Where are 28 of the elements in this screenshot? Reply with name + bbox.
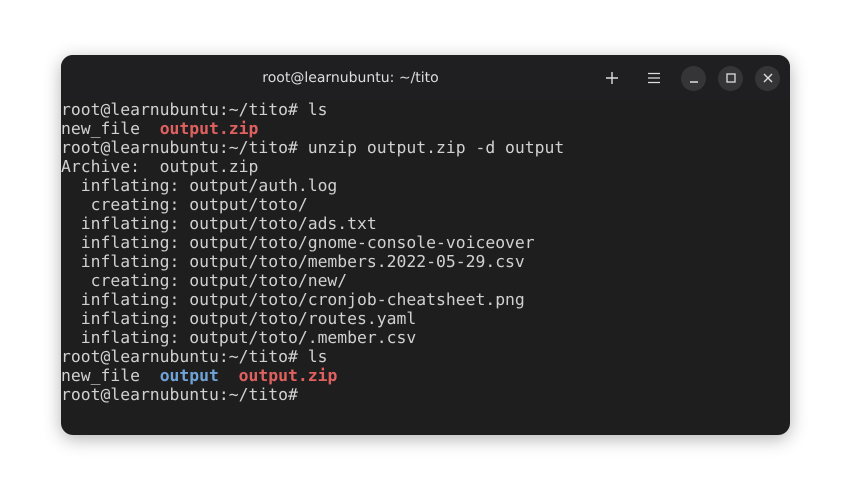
terminal-line: root@learnubuntu:~/tito#: [61, 385, 298, 404]
close-button[interactable]: [755, 66, 780, 90]
terminal-line: creating: output/toto/: [90, 195, 308, 214]
terminal-line: inflating: output/toto/members.2022-05-29.csv: [80, 252, 525, 271]
plus-icon: [605, 71, 619, 85]
terminal-line: inflating: output/toto/ads.txt: [80, 214, 377, 233]
file-name: output.zip: [238, 366, 338, 385]
terminal-line: creating: output/toto/new/: [90, 271, 348, 290]
maximize-icon: [726, 73, 736, 83]
terminal-line: inflating: output/toto/.member.csv: [80, 328, 416, 347]
terminal-line: inflating: output/auth.log: [80, 176, 338, 195]
maximize-button[interactable]: [718, 66, 743, 90]
close-icon: [762, 73, 772, 83]
terminal-line: root@learnubuntu:~/tito# unzip output.zip -d output: [61, 138, 564, 157]
file-name: new_file: [61, 366, 140, 385]
minimize-button[interactable]: [681, 66, 706, 90]
menu-icon: [647, 72, 661, 84]
directory-name: output: [160, 366, 219, 385]
file-name: new_file: [61, 119, 140, 138]
terminal-line: inflating: output/toto/cronjob-cheatsheet.png: [80, 290, 525, 309]
terminal-line: root@learnubuntu:~/tito# ls: [61, 347, 328, 366]
terminal-line: Archive: output.zip: [61, 157, 258, 176]
minimize-icon: [690, 81, 698, 83]
terminal-line: inflating: output/toto/gnome-console-voiceover: [80, 233, 535, 252]
terminal-line: inflating: output/toto/routes.yaml: [80, 309, 416, 328]
file-name: output.zip: [160, 119, 258, 138]
terminal-line: root@learnubuntu:~/tito# ls: [61, 100, 328, 119]
window-title: root@learnubuntu: ~/tito: [262, 70, 439, 86]
